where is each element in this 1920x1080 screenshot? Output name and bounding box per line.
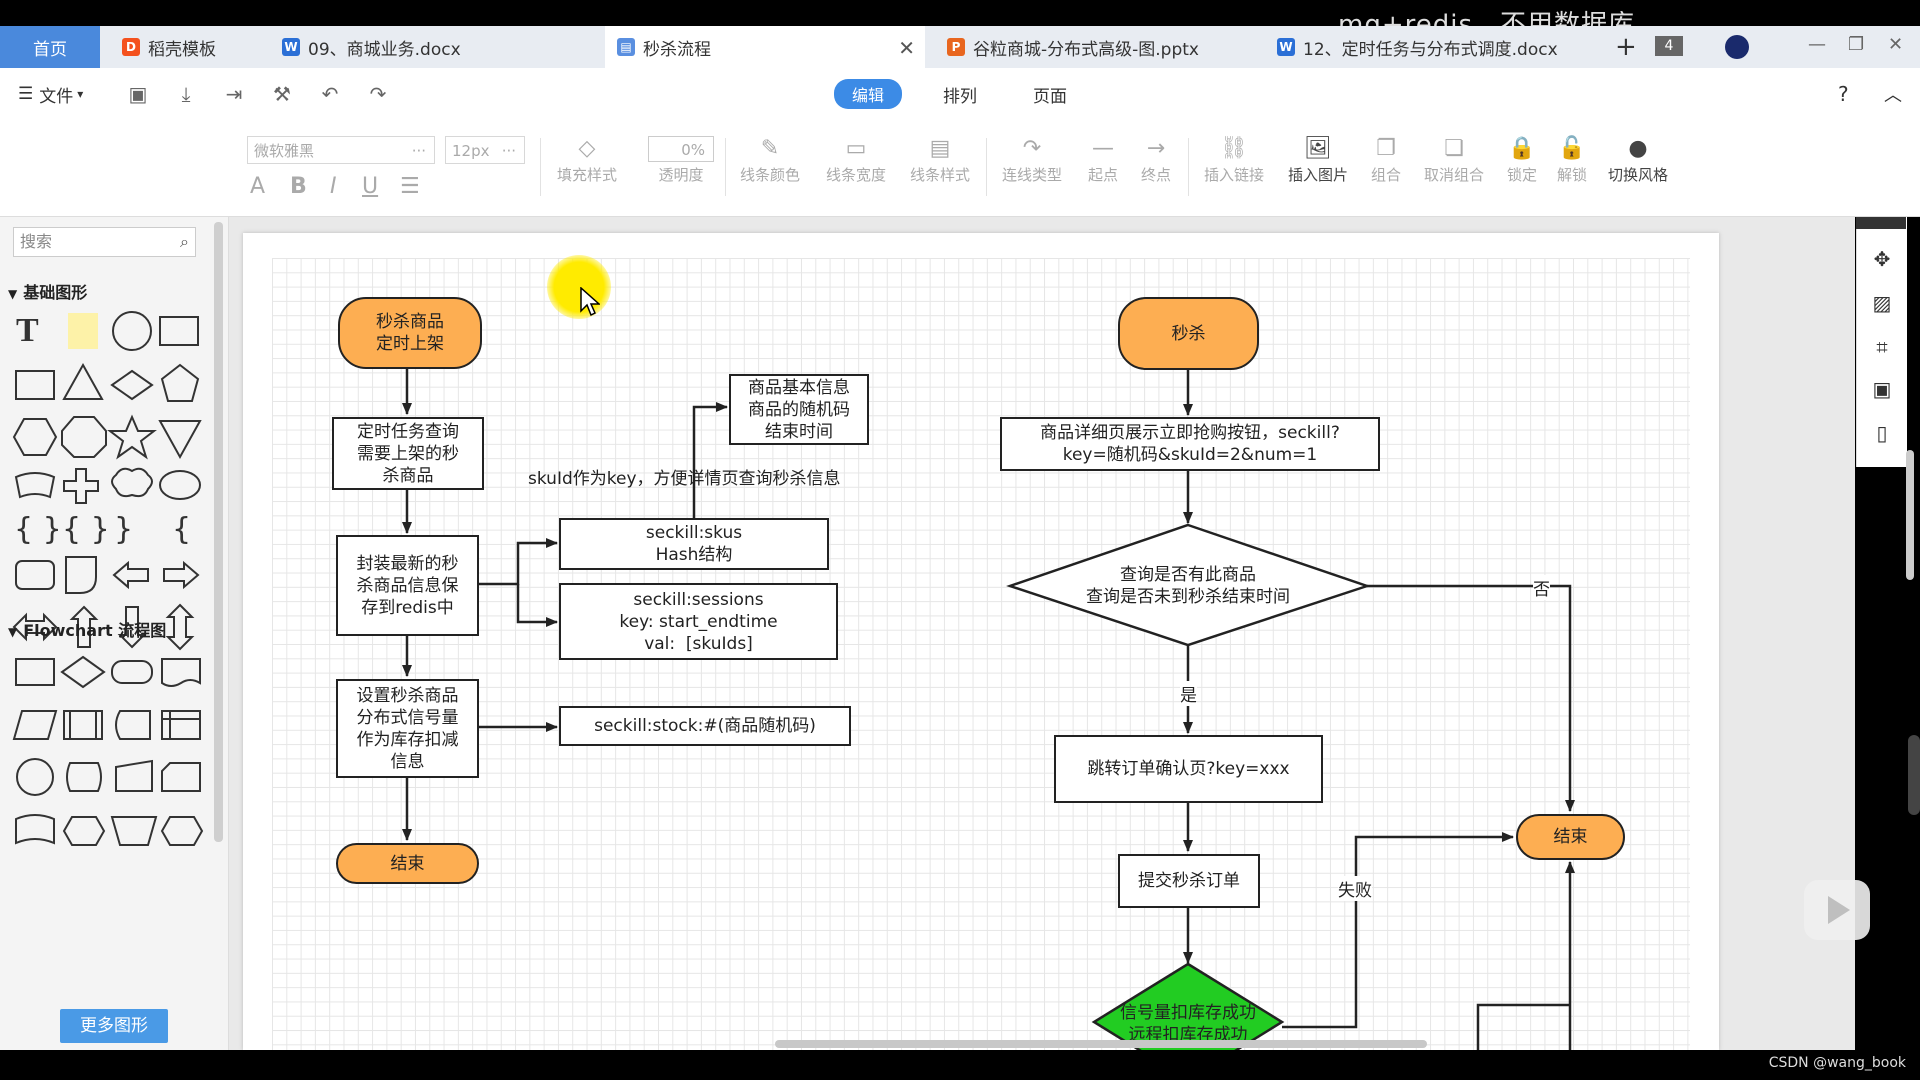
- flow-data-text: seckill:sessions key: start_endtime val:…: [619, 589, 778, 654]
- crop-icon[interactable]: ⌗: [1870, 335, 1894, 359]
- flow-process-node[interactable]: 定时任务查询 需要上架的秒 杀商品: [332, 417, 484, 490]
- fail-branch-label: 失败: [1338, 876, 1372, 901]
- canvas-horizontal-scrollbar[interactable]: [775, 1040, 1427, 1048]
- connector: [1282, 832, 1514, 1029]
- flow-data-node[interactable]: seckill:sessions key: start_endtime val:…: [559, 583, 838, 660]
- flow-process-text: 定时任务查询 需要上架的秒 杀商品: [357, 421, 459, 486]
- flow-end-text: 结束: [1553, 827, 1588, 847]
- canvas-vertical-scrollbar[interactable]: [1906, 450, 1914, 580]
- side-slider-handle[interactable]: [1908, 735, 1920, 815]
- flow-data-text: seckill:skus Hash结构: [645, 523, 743, 565]
- flow-data-node[interactable]: seckill:skus Hash结构: [559, 518, 829, 570]
- flow-connectors: [402, 367, 1575, 1050]
- bottom-strip: [0, 1050, 1920, 1080]
- mouse-cursor-icon: [580, 287, 600, 317]
- connector: [1476, 1003, 1570, 1050]
- flow-start-text: 秒杀: [1171, 323, 1206, 344]
- right-panel-header: [1856, 217, 1906, 229]
- cursor-highlight: [547, 255, 611, 319]
- right-tool-panel: ✥ ▨ ⌗ ▣ ▯: [1856, 217, 1907, 467]
- decision-text: 查询是否有此商品 查询是否未到秒杀结束时间: [1060, 556, 1316, 616]
- flow-process-text: 跳转订单确认页?key=xxx: [1087, 759, 1290, 779]
- flow-process-node[interactable]: 设置秒杀商品 分布式信号量 作为库存扣减 信息: [336, 679, 479, 778]
- decision-label: 查询是否有此商品 查询是否未到秒杀结束时间: [1086, 565, 1290, 607]
- flow-process-text: 封装最新的秒 杀商品信息保 存到redis中: [356, 553, 459, 618]
- flow-process-node[interactable]: 提交秒杀订单: [1118, 854, 1260, 908]
- play-icon: [1828, 896, 1850, 924]
- flow-process-text: 提交秒杀订单: [1138, 871, 1240, 891]
- flow-process-text: 商品详细页展示立即抢购按钮，seckill? key=随机码&skuId=2&n…: [1040, 423, 1340, 465]
- document-icon[interactable]: ▯: [1870, 421, 1894, 445]
- formula-icon[interactable]: ▨: [1870, 291, 1894, 315]
- flow-data-node[interactable]: 商品基本信息 商品的随机码 结束时间: [729, 374, 869, 445]
- connector: [1367, 584, 1575, 812]
- flow-process-node[interactable]: 封装最新的秒 杀商品信息保 存到redis中: [336, 535, 479, 636]
- flow-start-text: 秒杀商品 定时上架: [376, 312, 444, 354]
- connector: [692, 402, 728, 518]
- flow-start-node[interactable]: 秒杀: [1118, 297, 1259, 370]
- connector: [516, 584, 558, 627]
- flow-process-text: 设置秒杀商品 分布式信号量 作为库存扣减 信息: [356, 685, 459, 772]
- flow-end-text: 结束: [390, 853, 425, 874]
- flow-data-text: seckill:stock:#(商品随机码): [594, 716, 816, 736]
- flow-end-node[interactable]: 结束: [1516, 814, 1625, 860]
- flow-end-node[interactable]: 结束: [336, 843, 479, 884]
- flow-data-text: 商品基本信息 商品的随机码 结束时间: [748, 377, 850, 442]
- video-play-button[interactable]: [1804, 880, 1870, 940]
- flow-process-node[interactable]: 跳转订单确认页?key=xxx: [1054, 735, 1323, 803]
- page-layout-icon[interactable]: ▣: [1870, 377, 1894, 401]
- connector: [478, 538, 558, 586]
- yes-branch-label: 是: [1180, 681, 1197, 706]
- flow-data-node[interactable]: seckill:stock:#(商品随机码): [559, 706, 851, 746]
- credit-text: CSDN @wang_book: [1768, 1055, 1906, 1071]
- flow-process-node[interactable]: 商品详细页展示立即抢购按钮，seckill? key=随机码&skuId=2&n…: [1000, 417, 1380, 471]
- flow-annotation: skuId作为key，方便详情页查询秒杀信息: [528, 469, 841, 489]
- no-branch-label: 否: [1533, 575, 1550, 600]
- navigate-icon[interactable]: ✥: [1870, 247, 1894, 271]
- flow-start-node[interactable]: 秒杀商品 定时上架: [338, 297, 482, 369]
